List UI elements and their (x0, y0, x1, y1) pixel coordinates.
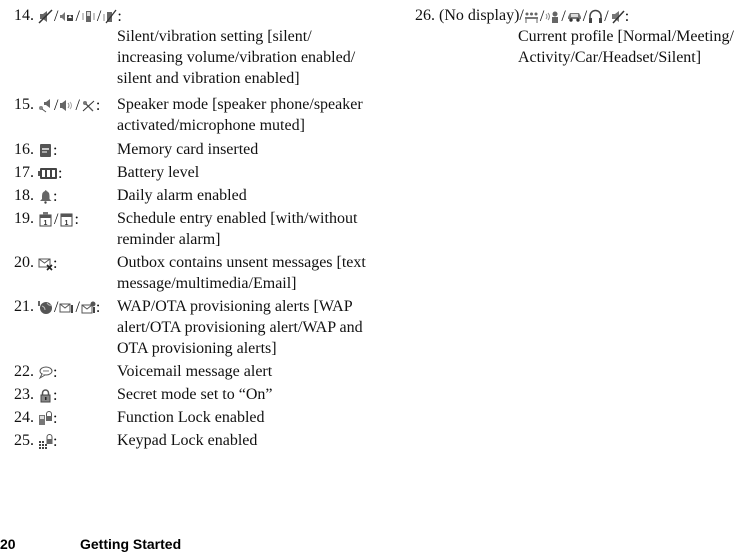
battery-icon (38, 166, 58, 181)
keypad-lock-icon (38, 433, 53, 449)
wap-ota-alert-icon (81, 300, 96, 315)
list-item-15: 15. / /: Speaker mode [speaker phone/spea… (0, 94, 380, 136)
list-item-18: 18. : Daily alarm enabled (0, 185, 380, 206)
schedule-icon: 1 (59, 212, 74, 227)
list-item-16: 16. : Memory card inserted (0, 139, 380, 160)
svg-text:1: 1 (65, 220, 69, 227)
memory-card-icon (38, 143, 53, 158)
list-item-22: 22. : Voicemail message alert (0, 361, 380, 382)
item-description-line: Speaker mode [speaker phone/speaker (117, 96, 363, 113)
item-description-line: Secret mode set to “On” (117, 386, 273, 403)
svg-text:1: 1 (44, 220, 48, 227)
speaker-activated-icon (59, 98, 74, 113)
item-number: 20. (14, 254, 34, 271)
item-number: 18. (14, 187, 34, 204)
page-footer: 20 Getting Started (0, 536, 181, 552)
alarm-bell-icon (38, 189, 53, 204)
silent-profile-icon (610, 9, 625, 24)
item-description-line: activated/microphone muted] (117, 117, 305, 134)
item-description-line: WAP/OTA provisioning alerts [WAP (117, 298, 353, 315)
list-item-25: 25. : Keypad Lock enabled (0, 430, 380, 451)
voicemail-icon (38, 365, 53, 380)
item-description-line: Schedule entry enabled [with/without (117, 210, 358, 227)
wap-alert-icon (38, 300, 53, 315)
item-description-line: Activity/Car/Headset/Silent] (518, 49, 702, 66)
speaker-phone-icon (38, 98, 53, 113)
item-description-line: reminder alarm] (117, 231, 221, 248)
item-description-line: Current profile [Normal/Meeting/ (518, 28, 734, 45)
meeting-profile-icon (524, 9, 539, 24)
headset-profile-icon (588, 9, 603, 24)
item-description-line: Keypad Lock enabled (117, 432, 258, 449)
item-description-line: alert/OTA provisioning alert/WAP and (117, 319, 363, 336)
secret-lock-icon (38, 388, 53, 403)
list-item-14: 14. / / /: Silent/vibration setting [silen… (0, 5, 380, 89)
item-description-line: silent and vibration enabled] (117, 70, 300, 87)
list-item-19: 19. 1/1: Schedule entry enabled [with/wi… (0, 208, 380, 250)
item-number: 25. (14, 432, 34, 449)
item-description-line: OTA provisioning alerts] (117, 340, 277, 357)
left-column: 14. / / /: Silent/vibration setting [silen… (0, 0, 380, 450)
item-description-line: Function Lock enabled (117, 409, 265, 426)
list-item-24: 24. : Function Lock enabled (0, 407, 380, 428)
item-description-line: Outbox contains unsent messages [text (117, 254, 366, 271)
car-profile-icon (567, 9, 582, 24)
activity-profile-icon (545, 9, 560, 24)
schedule-alarm-icon: 1 (38, 211, 53, 227)
microphone-muted-icon (81, 98, 96, 113)
list-item-20: 20. : Outbox contains unsent messages [t… (0, 252, 380, 294)
item-description-line: increasing volume/vibration enabled/ (117, 49, 356, 66)
item-number: 23. (14, 386, 34, 403)
increasing-volume-icon (59, 9, 74, 24)
ota-alert-icon (59, 300, 74, 315)
silent-icon (38, 9, 53, 24)
item-description-line: Voicemail message alert (117, 363, 273, 380)
item-number: 17. (14, 164, 34, 181)
right-column: 26. (No display)/ / / / / : Current profile… (380, 0, 743, 66)
item-number: 15. (14, 96, 34, 113)
list-item-23: 23. : Secret mode set to “On” (0, 384, 380, 405)
outbox-unsent-icon (38, 256, 53, 271)
list-item-26: 26. (No display)/ / / / / : Current profile… (380, 5, 743, 68)
function-lock-icon (38, 410, 53, 426)
item-number: 24. (14, 409, 34, 426)
list-item-21: 21. / /: WAP/OTA provisioning alerts [WAP… (0, 296, 380, 359)
list-item-17: 17. : Battery level (0, 162, 380, 183)
item-number: 19. (14, 210, 34, 227)
item-description-line: Daily alarm enabled (117, 187, 247, 204)
item-number: 26. (415, 7, 435, 24)
item-description-line: Battery level (117, 164, 200, 181)
silent-vibration-icon (102, 9, 117, 24)
item-number: 14. (14, 7, 34, 24)
section-title: Getting Started (80, 536, 182, 552)
item-description-line: Memory card inserted (117, 141, 259, 158)
no-display-label: (No display)/ (439, 7, 524, 24)
page-number: 20 (0, 536, 16, 552)
item-number: 16. (14, 141, 34, 158)
item-number: 22. (14, 363, 34, 380)
item-number: 21. (14, 298, 34, 315)
item-description-line: Silent/vibration setting [silent/ (117, 28, 312, 45)
item-description-line: message/multimedia/Email] (117, 275, 297, 292)
vibration-icon (81, 9, 96, 24)
